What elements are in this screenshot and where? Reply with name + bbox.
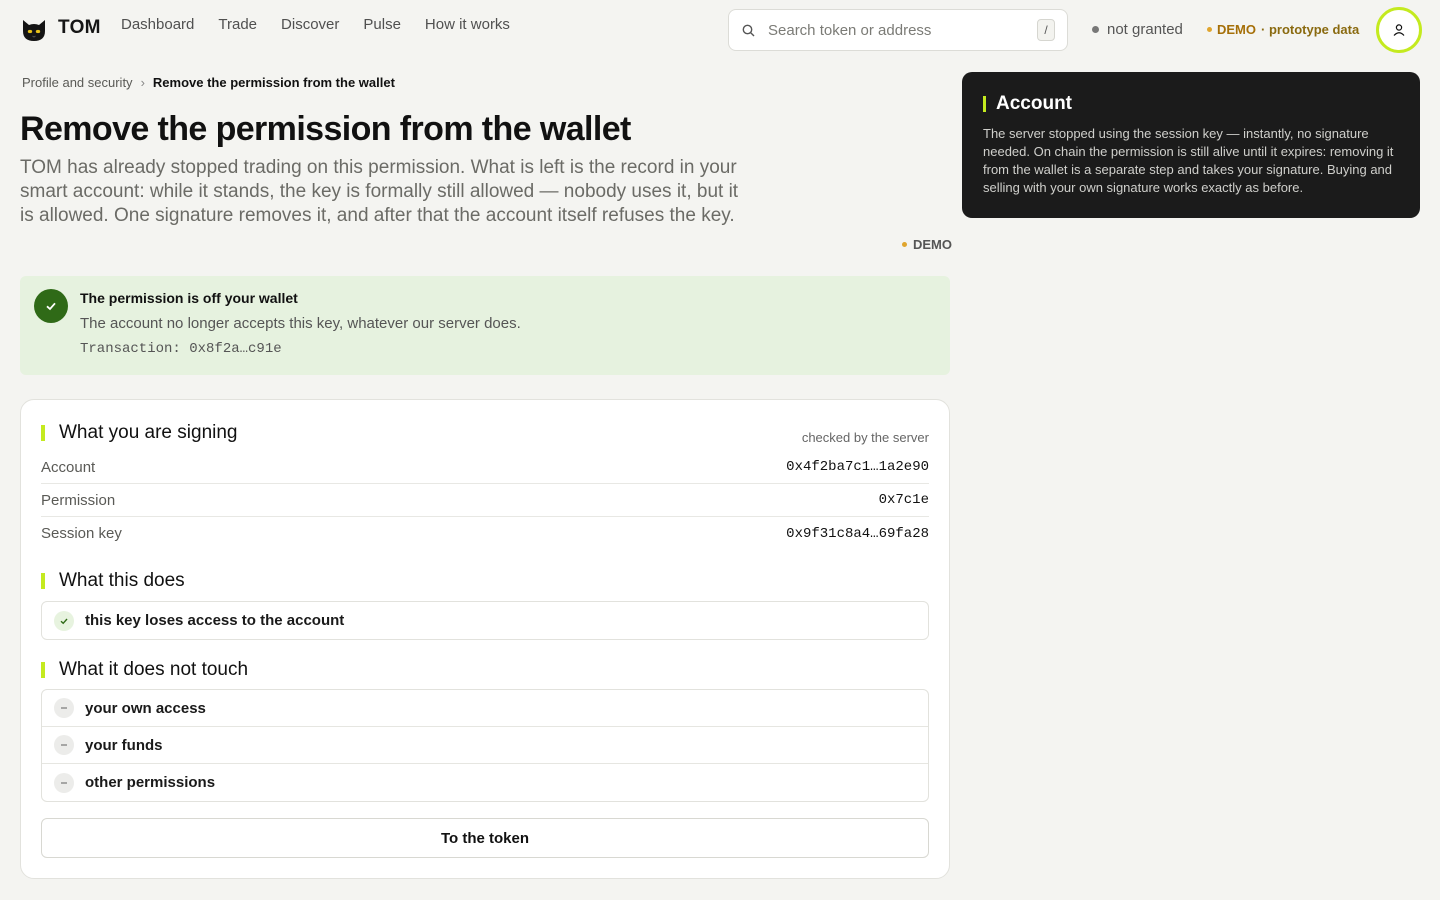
demo-badge-label: DEMO xyxy=(1217,22,1256,37)
account-panel-title: Account xyxy=(983,94,1072,113)
breadcrumb: Profile and security › Remove the permis… xyxy=(22,75,395,90)
demo-tag: DEMO xyxy=(902,237,952,252)
status-dot-icon xyxy=(1092,26,1099,33)
page-title: Remove the permission from the wallet xyxy=(20,110,631,148)
transaction-hash[interactable]: Transaction: 0x8f2a…c91e xyxy=(80,341,282,357)
signing-row-label: Permission xyxy=(41,491,116,509)
search-shortcut-key: / xyxy=(1037,19,1055,41)
signing-row-label: Session key xyxy=(41,525,122,542)
checked-by-server-note: checked by the server xyxy=(801,430,929,445)
account-avatar-button[interactable] xyxy=(1376,7,1422,53)
to-the-token-button[interactable]: To the token xyxy=(41,818,929,858)
success-description: The account no longer accepts this key, … xyxy=(80,315,521,332)
demo-badge: DEMO · prototype data xyxy=(1207,22,1359,37)
page-lead: TOM has already stopped trading on this … xyxy=(20,157,739,226)
check-icon xyxy=(54,610,74,631)
signing-row-account: Account 0x4f2ba7c1…1a2e90 xyxy=(41,451,929,484)
does-list: this key loses access to the account xyxy=(41,601,929,640)
list-item: this key loses access to the account xyxy=(42,602,928,639)
nav-discover[interactable]: Discover xyxy=(281,16,339,33)
signing-row-permission: Permission 0x7c1e xyxy=(41,484,929,517)
user-icon xyxy=(1393,24,1405,36)
account-info-panel: Account The server stopped using the ses… xyxy=(962,72,1420,218)
breadcrumb-current: Remove the permission from the wallet xyxy=(152,75,395,90)
does-not-section-title: What it does not touch xyxy=(41,659,248,680)
demo-tag-dot-icon xyxy=(902,242,907,247)
top-bar: TOM Dashboard Trade Discover Pulse How i… xyxy=(0,0,1440,60)
success-banner: The permission is off your wallet The ac… xyxy=(20,276,950,375)
list-item: other permissions xyxy=(42,764,928,801)
signing-row-value[interactable]: 0x7c1e xyxy=(879,492,929,508)
signing-row-value[interactable]: 0x4f2ba7c1…1a2e90 xyxy=(786,459,929,475)
list-item: your funds xyxy=(42,727,928,764)
dash-icon xyxy=(54,698,74,718)
does-section-title: What this does xyxy=(41,570,185,591)
breadcrumb-parent-link[interactable]: Profile and security xyxy=(22,75,133,90)
does-not-list: your own access your funds other permiss… xyxy=(41,689,929,802)
signing-row-label: Account xyxy=(41,458,96,476)
nav-pulse[interactable]: Pulse xyxy=(363,16,401,33)
list-item-label: this key loses access to the account xyxy=(85,612,345,629)
list-item-label: your own access xyxy=(85,699,206,717)
success-title: The permission is off your wallet xyxy=(80,290,298,306)
signing-row-session-key: Session key 0x9f31c8a4…69fa28 xyxy=(41,517,929,550)
list-item: your own access xyxy=(42,690,928,727)
signing-card: What you are signing checked by the serv… xyxy=(20,399,950,879)
dash-icon xyxy=(54,735,74,755)
search-input[interactable] xyxy=(768,19,1028,41)
check-circle-icon xyxy=(34,289,68,323)
main-nav: Dashboard Trade Discover Pulse How it wo… xyxy=(121,16,510,33)
list-item-label: other permissions xyxy=(85,774,216,791)
demo-dot-icon xyxy=(1207,27,1212,32)
demo-badge-sub: · prototype data xyxy=(1261,22,1360,37)
search-icon xyxy=(742,24,755,37)
search-box: / xyxy=(728,9,1068,51)
signing-section-title: What you are signing xyxy=(41,422,238,443)
permission-status: not granted xyxy=(1092,21,1183,38)
dash-icon xyxy=(54,772,74,793)
permission-status-label: not granted xyxy=(1107,21,1183,38)
cat-logo-icon[interactable] xyxy=(20,16,48,44)
demo-tag-label: DEMO xyxy=(913,237,952,252)
account-panel-body: The server stopped using the session key… xyxy=(983,126,1394,195)
nav-how-it-works[interactable]: How it works xyxy=(425,16,510,33)
signing-row-value[interactable]: 0x9f31c8a4…69fa28 xyxy=(786,526,929,542)
nav-dashboard[interactable]: Dashboard xyxy=(121,16,194,33)
list-item-label: your funds xyxy=(85,736,163,754)
nav-trade[interactable]: Trade xyxy=(218,16,257,33)
brand-name[interactable]: TOM xyxy=(58,17,101,39)
breadcrumb-separator: › xyxy=(140,75,145,90)
